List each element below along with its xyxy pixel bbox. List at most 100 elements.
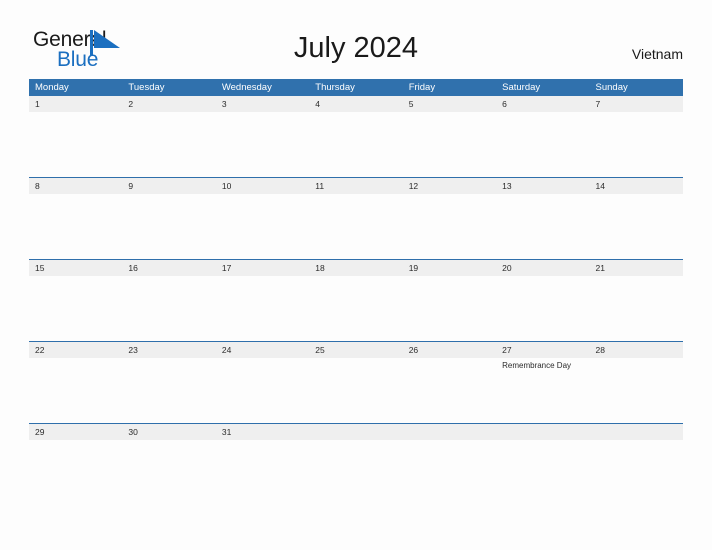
events-band: Remembrance Day — [29, 358, 683, 423]
calendar-week-row: 8 9 10 11 12 13 14 — [29, 177, 683, 259]
date-number-band: 22 23 24 25 26 27 28 — [29, 342, 683, 358]
date-number-band: 29 30 31 — [29, 424, 683, 440]
date-cell-29[interactable]: 29 — [29, 424, 122, 440]
day-events-28 — [590, 358, 683, 423]
country-label: Vietnam — [631, 46, 683, 62]
date-number-band: 8 9 10 11 12 13 14 — [29, 178, 683, 194]
calendar-weeks: 1 2 3 4 5 6 7 8 9 10 11 12 13 14 15 16 17 18 19 20 21 22 23 24 2… — [29, 96, 683, 468]
date-cell-13[interactable]: 13 — [496, 178, 589, 194]
day-events-empty — [403, 440, 496, 468]
day-events-14 — [590, 194, 683, 259]
date-cell-23[interactable]: 23 — [122, 342, 215, 358]
day-events-26 — [403, 358, 496, 423]
day-events-12 — [403, 194, 496, 259]
day-events-31 — [216, 440, 309, 468]
day-events-9 — [122, 194, 215, 259]
date-cell-27[interactable]: 27 — [496, 342, 589, 358]
day-events-24 — [216, 358, 309, 423]
weekday-header-tuesday: Tuesday — [128, 82, 165, 93]
calendar-week-row: 22 23 24 25 26 27 28 Remembrance Day — [29, 341, 683, 423]
weekday-header-friday: Friday — [408, 82, 436, 93]
date-cell-4[interactable]: 4 — [309, 96, 402, 112]
day-events-19 — [403, 276, 496, 341]
date-cell-24[interactable]: 24 — [216, 342, 309, 358]
date-cell-5[interactable]: 5 — [403, 96, 496, 112]
calendar-grid: Monday Tuesday Wednesday Thursday Friday Satu… — [29, 79, 683, 468]
date-cell-14[interactable]: 14 — [590, 178, 683, 194]
calendar-week-row: 15 16 17 18 19 20 21 — [29, 259, 683, 341]
day-events-17 — [216, 276, 309, 341]
day-events-21 — [590, 276, 683, 341]
day-events-16 — [122, 276, 215, 341]
day-events-25 — [309, 358, 402, 423]
weekday-header-saturday: Saturday — [502, 82, 541, 93]
date-cell-22[interactable]: 22 — [29, 342, 122, 358]
day-events-20 — [496, 276, 589, 341]
day-events-10 — [216, 194, 309, 259]
date-cell-30[interactable]: 30 — [122, 424, 215, 440]
day-events-18 — [309, 276, 402, 341]
events-band — [29, 440, 683, 468]
day-events-11 — [309, 194, 402, 259]
events-band — [29, 112, 683, 177]
page-header: General Blue July 2024 Vietnam — [0, 0, 712, 78]
day-events-29 — [29, 440, 122, 468]
weekday-header-wednesday: Wednesday — [221, 82, 272, 93]
day-events-7 — [590, 112, 683, 177]
calendar-week-row: 1234567 — [29, 96, 683, 177]
day-events-30 — [122, 440, 215, 468]
date-cell-empty — [309, 424, 402, 440]
weekday-header-monday: Monday — [35, 82, 69, 93]
day-events-6 — [496, 112, 589, 177]
page-title: July 2024 — [293, 32, 419, 64]
weekday-header-row: Monday Tuesday Wednesday Thursday Friday Satu… — [29, 79, 683, 96]
date-cell-26[interactable]: 26 — [403, 342, 496, 358]
date-cell-9[interactable]: 9 — [122, 178, 215, 194]
day-events-4 — [309, 112, 402, 177]
day-events-empty — [309, 440, 402, 468]
date-number-band: 15 16 17 18 19 20 21 — [29, 260, 683, 276]
date-cell-15[interactable]: 15 — [29, 260, 122, 276]
date-cell-16[interactable]: 16 — [122, 260, 215, 276]
date-cell-18[interactable]: 18 — [309, 260, 402, 276]
date-number-band: 1234567 — [29, 96, 683, 112]
calendar-page: General Blue July 2024 Vietnam Monday Tue… — [0, 0, 712, 550]
date-cell-10[interactable]: 10 — [216, 178, 309, 194]
weekday-header-sunday: Sunday — [595, 82, 628, 93]
date-cell-7[interactable]: 7 — [590, 96, 683, 112]
date-cell-20[interactable]: 20 — [496, 260, 589, 276]
day-events-8 — [29, 194, 122, 259]
date-cell-31[interactable]: 31 — [216, 424, 309, 440]
events-band — [29, 276, 683, 341]
date-cell-11[interactable]: 11 — [309, 178, 402, 194]
weekday-header-thursday: Thursday — [315, 82, 355, 93]
date-cell-empty — [403, 424, 496, 440]
day-events-2 — [122, 112, 215, 177]
date-cell-3[interactable]: 3 — [216, 96, 309, 112]
date-cell-21[interactable]: 21 — [590, 260, 683, 276]
date-cell-28[interactable]: 28 — [590, 342, 683, 358]
day-events-3 — [216, 112, 309, 177]
date-cell-17[interactable]: 17 — [216, 260, 309, 276]
date-cell-12[interactable]: 12 — [403, 178, 496, 194]
day-events-5 — [403, 112, 496, 177]
date-cell-1[interactable]: 1 — [29, 96, 122, 112]
date-cell-8[interactable]: 8 — [29, 178, 122, 194]
event-label: Remembrance Day — [502, 361, 572, 370]
date-cell-25[interactable]: 25 — [309, 342, 402, 358]
date-cell-19[interactable]: 19 — [403, 260, 496, 276]
day-events-22 — [29, 358, 122, 423]
date-cell-empty — [590, 424, 683, 440]
date-cell-2[interactable]: 2 — [122, 96, 215, 112]
day-events-1 — [29, 112, 122, 177]
calendar-week-row: 29 30 31 — [29, 423, 683, 468]
date-cell-empty — [496, 424, 589, 440]
day-events-empty — [496, 440, 589, 468]
date-cell-6[interactable]: 6 — [496, 96, 589, 112]
events-band — [29, 194, 683, 259]
day-events-13 — [496, 194, 589, 259]
day-events-15 — [29, 276, 122, 341]
day-events-23 — [122, 358, 215, 423]
day-events-27[interactable]: Remembrance Day — [496, 358, 589, 423]
day-events-empty — [590, 440, 683, 468]
